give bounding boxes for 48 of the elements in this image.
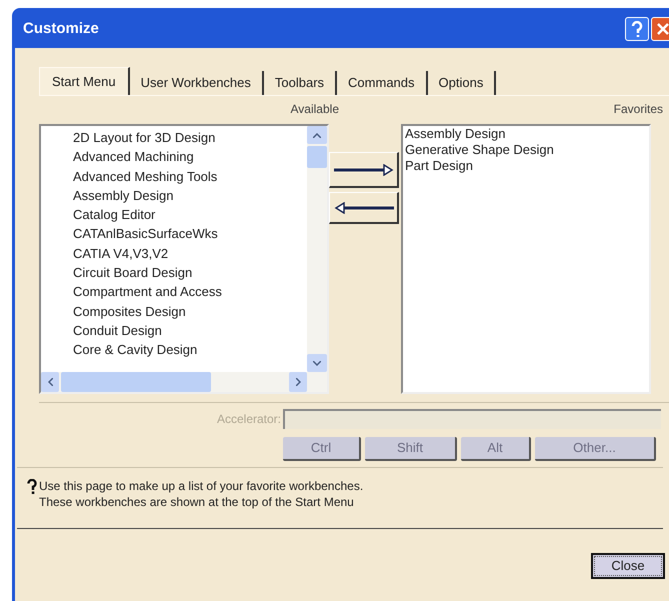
horizontal-scrollbar[interactable] bbox=[41, 372, 327, 392]
tab[interactable]: Options bbox=[428, 71, 496, 95]
help-button[interactable] bbox=[625, 17, 649, 41]
add-button[interactable] bbox=[329, 152, 399, 188]
list-item[interactable]: Circuit Board Design bbox=[73, 263, 307, 282]
left-arrow-icon bbox=[334, 202, 394, 214]
question-icon bbox=[27, 479, 37, 495]
caret-down-icon bbox=[313, 360, 321, 366]
tab[interactable]: Toolbars bbox=[264, 71, 338, 95]
list-item[interactable]: Catalog Editor bbox=[73, 205, 307, 224]
question-icon bbox=[631, 21, 643, 37]
scroll-right-button[interactable] bbox=[289, 372, 307, 392]
caret-left-icon bbox=[48, 378, 52, 386]
tab[interactable]: Start Menu bbox=[39, 67, 130, 95]
list-item[interactable]: Part Design bbox=[405, 158, 473, 174]
info-text: These workbenches are shown at the top of the Start Menu bbox=[39, 494, 355, 510]
list-item[interactable]: Advanced Machining bbox=[73, 147, 307, 167]
caret-up-icon bbox=[313, 132, 321, 138]
available-label: Available bbox=[290, 101, 339, 118]
list-item[interactable]: Conduit Design bbox=[73, 320, 307, 340]
scroll-down-button[interactable] bbox=[307, 354, 327, 372]
close-button[interactable]: Close bbox=[591, 553, 665, 579]
list-item[interactable]: CATIA V4,V3,V2 bbox=[73, 244, 307, 264]
list-item[interactable]: Assembly Design bbox=[73, 186, 307, 206]
list-item[interactable]: 2D Layout for 3D Design bbox=[73, 128, 307, 148]
remove-button[interactable] bbox=[329, 192, 399, 224]
tab[interactable]: User Workbenches bbox=[130, 71, 264, 95]
list-item[interactable]: Generative Shape Design bbox=[405, 142, 554, 158]
list-item[interactable]: Assembly Design bbox=[405, 126, 506, 142]
close-icon bbox=[657, 23, 669, 35]
scroll-thumb[interactable] bbox=[307, 146, 327, 168]
vertical-scrollbar[interactable] bbox=[307, 126, 327, 372]
caret-right-icon bbox=[296, 378, 300, 386]
tab[interactable]: Commands bbox=[337, 71, 428, 95]
favorites-label: Favorites bbox=[614, 101, 663, 118]
list-item[interactable]: CATAnlBasicSurfaceWks bbox=[73, 224, 307, 244]
info-text: Use this page to make up a list of your favorite workbenches. bbox=[39, 478, 364, 494]
accelerator-label: Accelerator: bbox=[216, 411, 281, 428]
scroll-thumb[interactable] bbox=[61, 372, 211, 392]
scroll-left-button[interactable] bbox=[41, 372, 59, 392]
window-title: Customize bbox=[23, 18, 99, 39]
list-item[interactable]: Compartment and Access bbox=[73, 282, 307, 302]
scroll-up-button[interactable] bbox=[307, 126, 327, 144]
right-arrow-icon bbox=[334, 164, 394, 176]
close-window-button[interactable] bbox=[651, 17, 669, 41]
list-item[interactable]: Composites Design bbox=[73, 302, 307, 321]
list-item[interactable]: Core & Cavity Design bbox=[73, 340, 307, 360]
list-item[interactable]: Advanced Meshing Tools bbox=[73, 166, 307, 186]
